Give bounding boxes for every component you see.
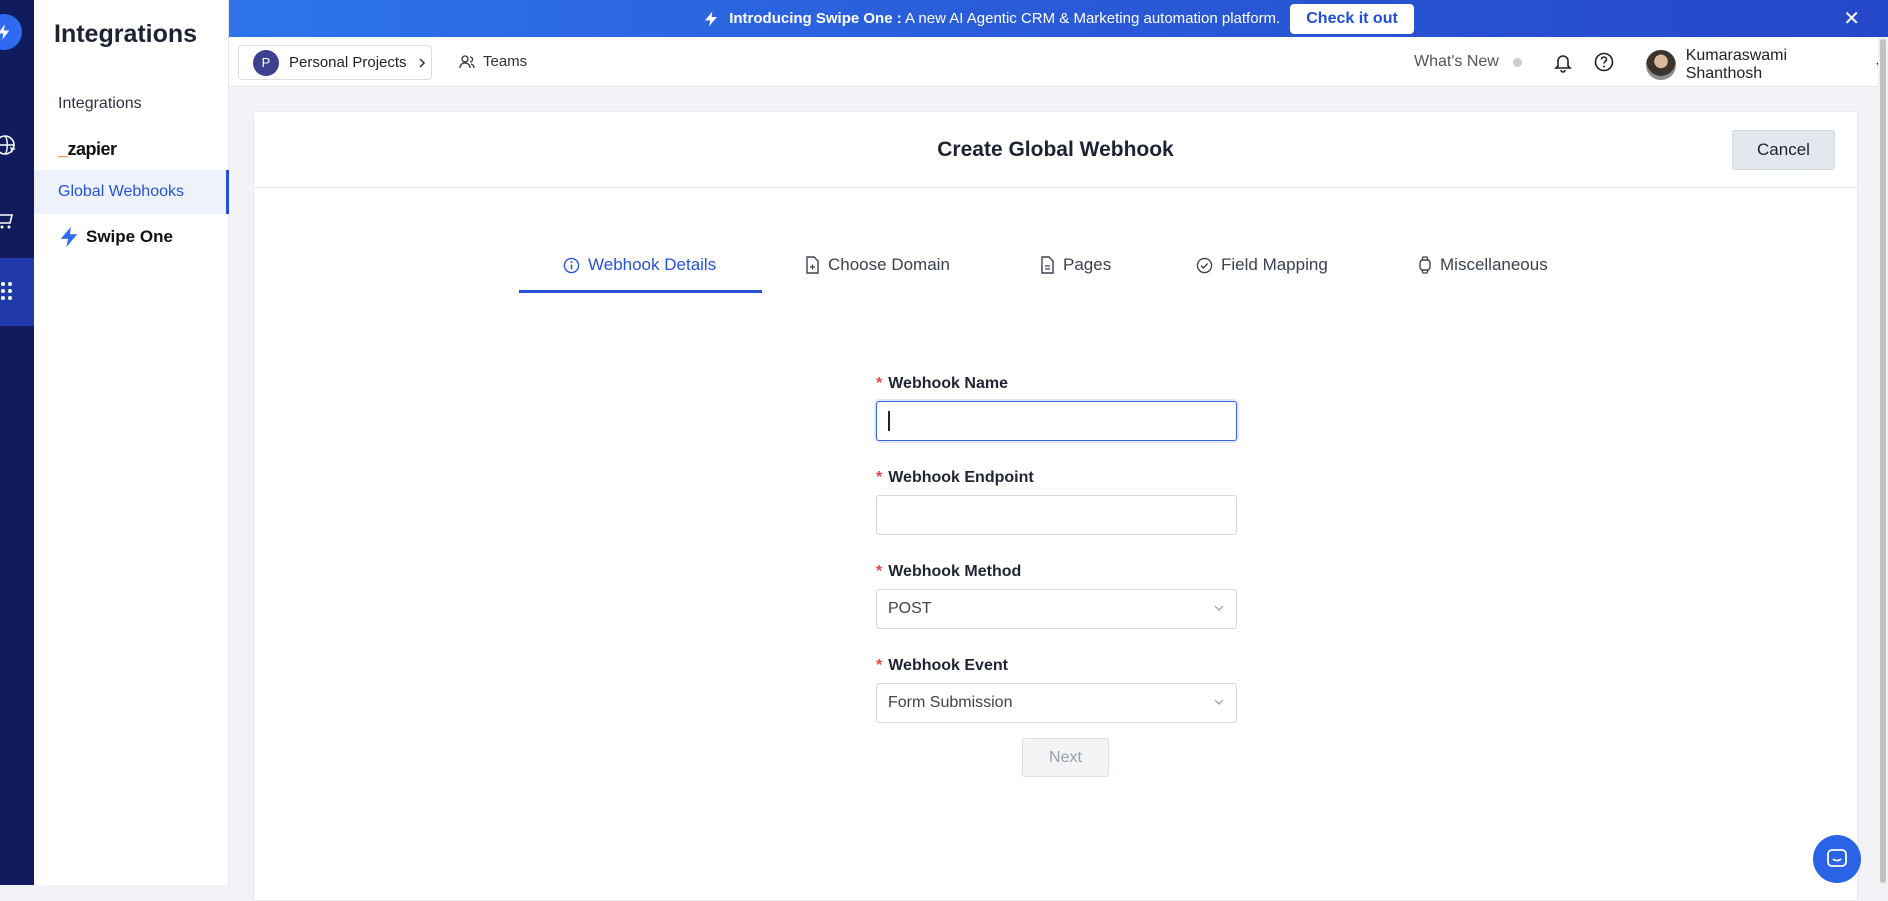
whats-new-dot (1512, 57, 1522, 67)
globe-cursor-icon[interactable] (0, 133, 18, 159)
tab-label: Miscellaneous (1440, 255, 1548, 274)
sidebar-item-integrations[interactable]: Integrations (34, 82, 229, 126)
card-header: Create Global Webhook Cancel (254, 112, 1857, 188)
webhook-name-label: Webhook Name (888, 375, 1008, 392)
webhook-method-select[interactable]: POST (876, 589, 1237, 629)
bell-icon[interactable] (1552, 51, 1574, 73)
swipe-one-bolt-icon (60, 226, 78, 248)
sidebar-title: Integrations (54, 20, 198, 48)
project-switcher[interactable]: P Personal Projects (238, 45, 432, 80)
banner-message: A new AI Agentic CRM & Marketing automat… (905, 10, 1281, 27)
tab-miscellaneous[interactable]: Miscellaneous (1418, 255, 1548, 294)
required-mark: * (876, 657, 883, 674)
document-icon (806, 256, 819, 274)
announcement-banner: Introducing Swipe One : A new AI Agentic… (229, 0, 1888, 37)
required-mark: * (876, 469, 883, 486)
sidebar-item-swipe-one[interactable]: Swipe One (34, 215, 229, 259)
check-circle-icon (1196, 257, 1213, 274)
banner-prefix: Introducing Swipe One : (729, 10, 902, 27)
bolt-icon (703, 10, 719, 28)
sidebar-item-label: Global Webhooks (58, 183, 184, 200)
scrollbar[interactable] (1878, 37, 1888, 885)
user-menu[interactable]: Kumaraswami Shanthosh (1646, 47, 1888, 83)
webhook-event-select[interactable]: Form Submission (876, 683, 1237, 723)
webhook-method-field: * Webhook Method POST (876, 563, 1238, 629)
sidebar-item-zapier[interactable]: _zapier (34, 127, 229, 171)
text-caret (888, 411, 890, 431)
active-tab-indicator (519, 290, 762, 293)
webhook-event-value: Form Submission (888, 694, 1013, 711)
swipe-one-logo: Swipe One (58, 226, 173, 248)
tab-label: Webhook Details (588, 255, 717, 274)
scrollbar-thumb[interactable] (1880, 39, 1886, 883)
apps-grid-icon[interactable] (0, 279, 18, 305)
tab-label: Choose Domain (828, 255, 950, 274)
chevron-down-icon (1214, 699, 1224, 705)
webhook-event-label: Webhook Event (888, 657, 1008, 674)
app-logo-icon[interactable] (0, 14, 22, 50)
create-webhook-card: Create Global Webhook Cancel Webhook Det… (253, 111, 1858, 901)
chevron-right-icon (419, 57, 425, 68)
teams-link[interactable]: Teams (459, 53, 527, 70)
project-label: Personal Projects (289, 54, 407, 71)
chat-launcher-button[interactable] (1813, 835, 1861, 883)
project-avatar: P (253, 49, 279, 76)
webhook-method-label: Webhook Method (888, 563, 1022, 580)
required-mark: * (876, 563, 883, 580)
tab-webhook-details[interactable]: Webhook Details (563, 255, 716, 294)
webhook-endpoint-label: Webhook Endpoint (888, 469, 1034, 486)
watch-icon (1419, 256, 1431, 274)
app-rail (0, 0, 34, 885)
webhook-name-input[interactable] (876, 401, 1237, 441)
webhook-event-field: * Webhook Event Form Submission (876, 657, 1238, 723)
sidebar-item-global-webhooks[interactable]: Global Webhooks (34, 170, 229, 214)
tab-label: Field Mapping (1221, 255, 1328, 274)
page-icon (1041, 256, 1054, 274)
help-icon[interactable] (1593, 51, 1615, 73)
next-button[interactable]: Next (1022, 738, 1109, 777)
whats-new-link[interactable]: What's New (1414, 53, 1522, 71)
webhook-endpoint-field: * Webhook Endpoint (876, 469, 1238, 535)
sidebar-item-label: Integrations (58, 95, 142, 112)
page-title: Create Global Webhook (937, 138, 1174, 161)
webhook-endpoint-input[interactable] (876, 495, 1237, 535)
cart-icon[interactable] (0, 208, 18, 234)
required-mark: * (876, 375, 883, 392)
user-name: Kumaraswami Shanthosh (1685, 47, 1788, 82)
tab-choose-domain[interactable]: Choose Domain (805, 255, 950, 294)
teams-icon (459, 54, 475, 68)
check-it-out-button[interactable]: Check it out (1290, 3, 1414, 34)
avatar (1646, 50, 1676, 80)
zapier-logo: _zapier (58, 138, 117, 159)
tab-pages[interactable]: Pages (1040, 255, 1111, 294)
top-bar: P Personal Projects Teams What's New Kum… (229, 37, 1888, 87)
tab-label: Pages (1063, 255, 1112, 274)
webhook-method-value: POST (888, 600, 932, 617)
cancel-button[interactable]: Cancel (1732, 130, 1835, 170)
webhook-name-field: * Webhook Name (876, 375, 1238, 441)
chat-icon (1827, 849, 1847, 867)
integrations-sidebar: Integrations Integrations _zapier Global… (34, 0, 229, 885)
chevron-down-icon (1214, 605, 1224, 611)
teams-label: Teams (483, 53, 528, 70)
info-circle-icon (563, 257, 580, 274)
whats-new-label: What's New (1414, 53, 1499, 70)
tab-field-mapping[interactable]: Field Mapping (1196, 255, 1328, 294)
close-icon[interactable]: ✕ (1843, 6, 1860, 31)
